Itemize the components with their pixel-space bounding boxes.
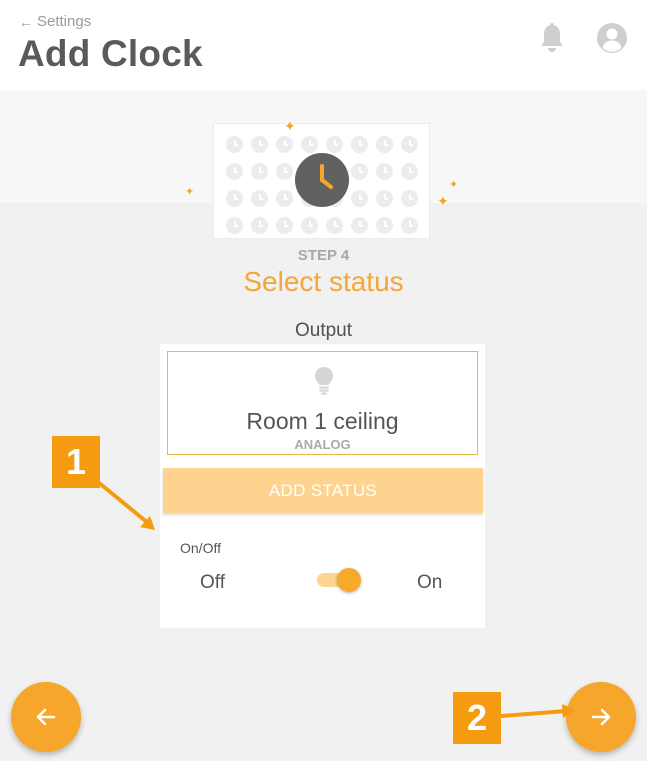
arrow-right-icon: [591, 708, 611, 726]
small-clock-icon: [301, 217, 318, 234]
small-clock-icon: [226, 217, 243, 234]
small-clock-icon: [301, 136, 318, 153]
callout-1-badge: 1: [52, 436, 100, 488]
small-clock-icon: [276, 217, 293, 234]
on-off-toggle[interactable]: [317, 566, 365, 594]
small-clock-icon: [251, 136, 268, 153]
small-clock-icon: [351, 190, 368, 207]
toggle-caption: On/Off: [180, 540, 221, 556]
on-label: On: [417, 572, 443, 593]
callout-2-badge: 2: [453, 692, 501, 744]
small-clock-icon: [401, 217, 418, 234]
app-header: ← Settings Add Clock: [0, 0, 647, 90]
small-clock-icon: [251, 217, 268, 234]
small-clock-icon: [326, 136, 343, 153]
clock-hands: [320, 164, 333, 189]
small-clock-icon: [276, 136, 293, 153]
off-label: Off: [200, 572, 225, 593]
clock-illustration: [213, 123, 430, 239]
small-clock-icon: [226, 136, 243, 153]
sparkle-icon: ✦: [284, 118, 296, 134]
back-to-settings-link[interactable]: ← Settings: [19, 13, 91, 30]
back-link-label: Settings: [37, 13, 92, 30]
device-name: Room 1 ceiling: [246, 408, 399, 434]
arrow-left-icon: [36, 708, 56, 726]
output-card[interactable]: Room 1 ceiling ANALOG: [167, 351, 478, 455]
clock-icon: [295, 153, 349, 207]
next-step-button[interactable]: [566, 682, 636, 752]
user-avatar-icon[interactable]: [596, 22, 628, 54]
small-clock-icon: [226, 163, 243, 180]
small-clock-icon: [376, 136, 393, 153]
small-clock-icon: [351, 163, 368, 180]
small-clock-icon: [251, 163, 268, 180]
page-title: Add Clock: [18, 33, 203, 74]
status-panel: Room 1 ceiling ANALOG ADD STATUS On/Off …: [160, 344, 485, 628]
toggle-knob: [337, 568, 361, 592]
small-clock-icon: [276, 163, 293, 180]
sparkle-icon: ✦: [449, 179, 459, 191]
small-clock-icon: [401, 136, 418, 153]
add-status-button[interactable]: ADD STATUS: [163, 468, 483, 513]
sparkle-icon: ✦: [185, 186, 195, 198]
arrow-left-icon: ←: [19, 13, 33, 30]
previous-step-button[interactable]: [11, 682, 81, 752]
small-clock-icon: [401, 190, 418, 207]
small-clock-icon: [351, 217, 368, 234]
bell-icon[interactable]: [537, 22, 567, 54]
sparkle-icon: ✦: [437, 193, 449, 209]
output-section-label: Output: [294, 320, 353, 341]
step-label: STEP 4: [297, 247, 350, 264]
lightbulb-icon: [315, 367, 333, 395]
small-clock-icon: [376, 190, 393, 207]
small-clock-icon: [376, 163, 393, 180]
small-clock-icon: [276, 190, 293, 207]
small-clock-icon: [226, 190, 243, 207]
small-clock-icon: [376, 217, 393, 234]
step-title: Select status: [243, 266, 404, 297]
small-clock-icon: [251, 190, 268, 207]
small-clock-icon: [401, 163, 418, 180]
device-type: ANALOG: [294, 437, 351, 452]
small-clock-icon: [351, 136, 368, 153]
small-clock-icon: [326, 217, 343, 234]
